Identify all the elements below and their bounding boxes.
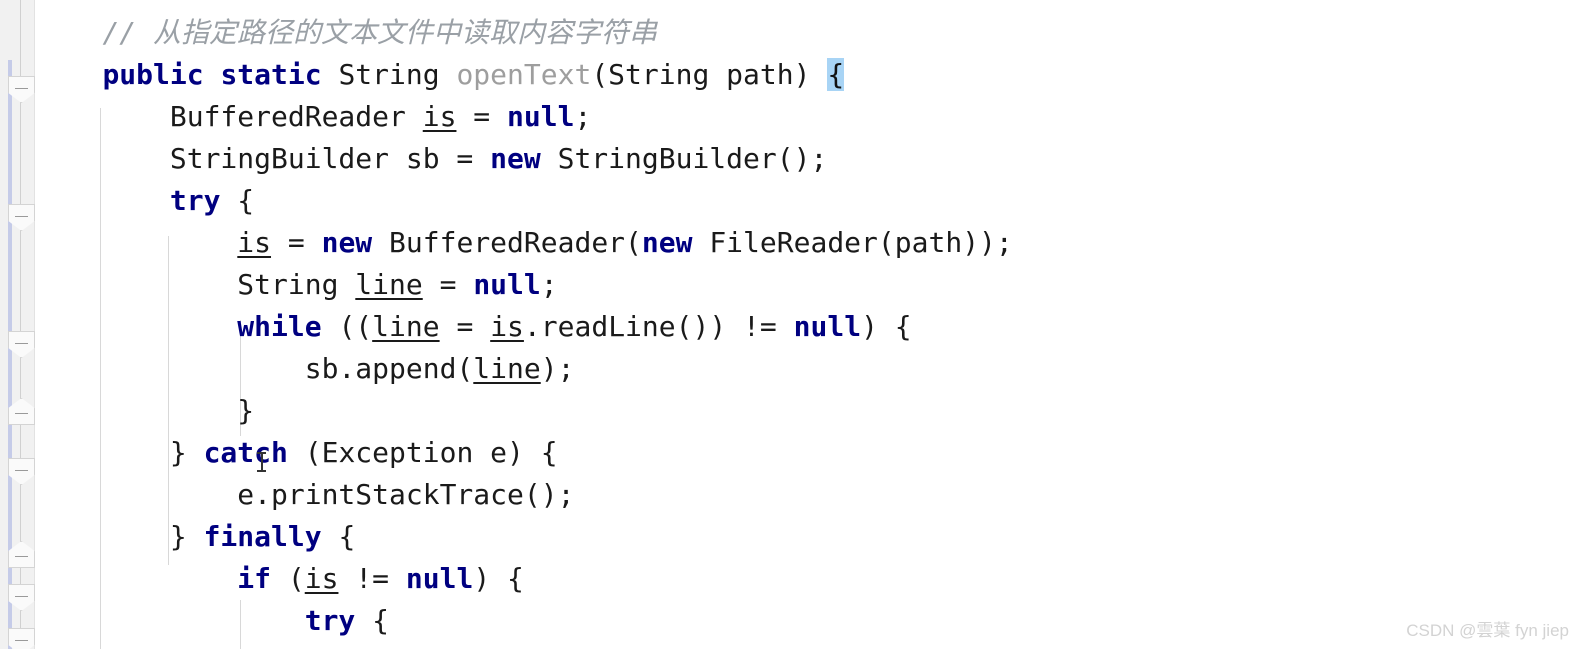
line-finally-open[interactable]: } finally { <box>35 516 355 558</box>
fold-marker-finally-start[interactable] <box>8 584 35 611</box>
code-token-plain: } <box>35 436 204 469</box>
code-token-keyword: new <box>641 226 693 259</box>
code-token-field: is <box>237 226 272 259</box>
line-while-close-brace[interactable]: } <box>35 390 254 432</box>
code-token-plain: ; <box>574 100 592 133</box>
code-token-plain: = <box>422 268 474 301</box>
code-token-keyword: if <box>237 562 272 595</box>
minus-icon <box>15 596 28 597</box>
code-token-keyword: null <box>405 562 474 595</box>
code-token-field: line <box>372 310 440 343</box>
code-token-field: is <box>304 562 339 595</box>
code-token-keyword: null <box>793 310 862 343</box>
fold-marker-if-start[interactable] <box>8 628 35 649</box>
line-print-stack-trace[interactable]: e.printStackTrace(); <box>35 474 574 516</box>
fold-marker-catch-end[interactable] <box>8 541 35 568</box>
line-while-readline[interactable]: while ((line = is.readLine()) != null) { <box>35 306 912 348</box>
code-token-plain: (Exception e) { <box>287 436 558 469</box>
line-declare-stringbuilder[interactable]: StringBuilder sb = new StringBuilder(); <box>35 138 827 180</box>
code-token-keyword: try <box>169 184 221 217</box>
code-token-keyword: while <box>237 310 322 343</box>
code-token-plain: { <box>321 520 356 553</box>
code-token-plain: String <box>321 58 457 91</box>
code-token-plain: sb.append( <box>35 352 474 385</box>
code-token-field: is <box>490 310 524 343</box>
code-token-field: line <box>473 352 541 385</box>
line-declare-bufferedreader[interactable]: BufferedReader is = null; <box>35 96 591 138</box>
line-assign-bufferedreader[interactable]: is = new BufferedReader(new FileReader(p… <box>35 222 1013 264</box>
code-token-keyword: try <box>304 604 356 637</box>
code-token-keyword: catch <box>203 436 288 469</box>
fold-marker-catch-start[interactable] <box>8 458 35 485</box>
code-editor[interactable]: // 从指定路径的文本文件中读取内容字符串 public static Stri… <box>0 0 1581 649</box>
code-token-plain: e.printStackTrace(); <box>35 478 575 511</box>
code-token-plain: BufferedReader( <box>372 226 642 259</box>
code-token-comment: // 从指定路径的文本文件中读取内容字符串 <box>102 16 658 49</box>
code-token-plain: { <box>220 184 255 217</box>
code-token-plain: ) { <box>861 310 912 343</box>
line-declare-line-variable[interactable]: String line = null; <box>35 264 558 306</box>
code-token-keyword: public static <box>102 58 322 91</box>
editor-gutter[interactable] <box>0 0 35 649</box>
code-token-keyword: new <box>321 226 373 259</box>
code-token-keyword: null <box>507 100 575 133</box>
code-token-plain: String <box>35 268 356 301</box>
code-token-plain: = <box>456 100 508 133</box>
code-token-plain: { <box>355 604 390 637</box>
code-token-plain: (String path) <box>591 58 828 91</box>
line-method-signature-opentext[interactable]: public static String openText(String pat… <box>35 54 845 96</box>
code-token-keyword: new <box>490 142 541 175</box>
code-token-plain: ( <box>271 562 305 595</box>
minus-icon <box>15 640 28 641</box>
code-token-plain: ) { <box>473 562 524 595</box>
minus-icon <box>15 556 28 557</box>
code-token-plain: ; <box>540 268 558 301</box>
line-if-is-not-null[interactable]: if (is != null) { <box>35 558 524 600</box>
minus-icon <box>15 413 28 414</box>
csdn-watermark: CSDN @雲葉 fyn jiep <box>1406 621 1569 640</box>
code-token-field: line <box>355 268 423 301</box>
code-token-field: is <box>422 100 457 133</box>
code-token-keyword: finally <box>203 520 322 553</box>
code-token-plain: } <box>35 394 255 427</box>
line-sb-append-line[interactable]: sb.append(line); <box>35 348 575 390</box>
code-token-plain: BufferedReader <box>35 100 423 133</box>
code-token-plain: StringBuilder sb = <box>35 142 491 175</box>
minus-icon <box>15 343 28 344</box>
minus-icon <box>15 216 28 217</box>
code-token-plain: != <box>338 562 406 595</box>
code-token-plain: ); <box>540 352 575 385</box>
minus-icon <box>15 88 28 89</box>
code-token-brace-highlight: { <box>827 58 845 91</box>
code-content-area[interactable]: // 从指定路径的文本文件中读取内容字符串 public static Stri… <box>35 0 1581 649</box>
minus-icon <box>15 470 28 471</box>
fold-marker-try-start[interactable] <box>8 204 35 231</box>
line-comment-read-text-file[interactable]: // 从指定路径的文本文件中读取内容字符串 <box>35 12 657 54</box>
fold-marker-while-end[interactable] <box>8 398 35 425</box>
code-token-method: openText <box>456 58 592 91</box>
code-token-plain: } <box>35 520 204 553</box>
code-token-plain: (( <box>321 310 373 343</box>
code-token-plain: StringBuilder(); <box>540 142 828 175</box>
line-catch-exception[interactable]: } catch (Exception e) { <box>35 432 558 474</box>
fold-marker-while-start[interactable] <box>8 331 35 358</box>
code-token-keyword: null <box>473 268 541 301</box>
fold-marker-method-start[interactable] <box>8 76 35 103</box>
code-token-plain: .readLine()) != <box>523 310 794 343</box>
line-try-open[interactable]: try { <box>35 180 254 222</box>
code-token-plain: = <box>439 310 491 343</box>
code-token-plain: FileReader(path)); <box>692 226 1013 259</box>
line-inner-try-open[interactable]: try { <box>35 600 389 642</box>
code-token-plain: = <box>271 226 322 259</box>
